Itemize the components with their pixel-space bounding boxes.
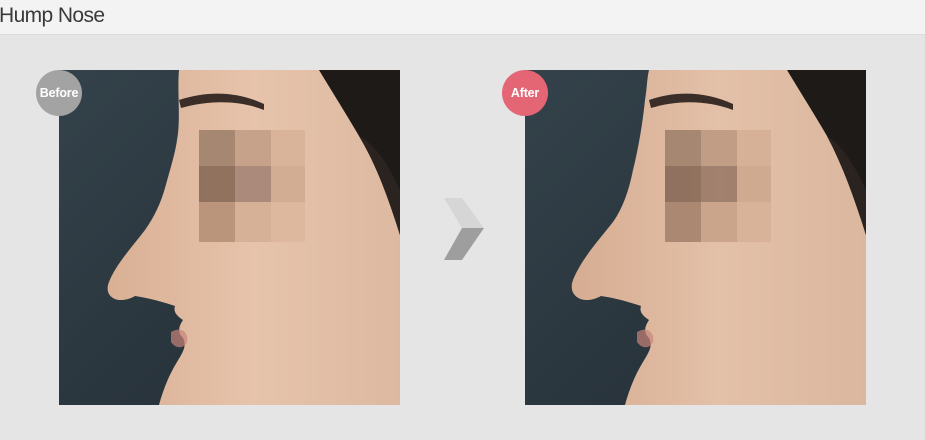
after-face-image xyxy=(525,70,866,405)
chevron-right-icon xyxy=(440,194,488,266)
after-badge-label: After xyxy=(510,86,540,100)
page: Hump Nose Before After xyxy=(0,0,925,440)
before-badge-label: Before xyxy=(39,86,79,100)
title-bar: Hump Nose xyxy=(0,0,925,35)
after-badge: After xyxy=(502,70,548,116)
before-photo xyxy=(59,70,400,405)
page-title: Hump Nose xyxy=(0,4,105,27)
before-badge: Before xyxy=(36,70,82,116)
privacy-mosaic xyxy=(199,130,305,242)
privacy-mosaic xyxy=(665,130,771,242)
before-face-image xyxy=(59,70,400,405)
after-photo xyxy=(525,70,866,405)
